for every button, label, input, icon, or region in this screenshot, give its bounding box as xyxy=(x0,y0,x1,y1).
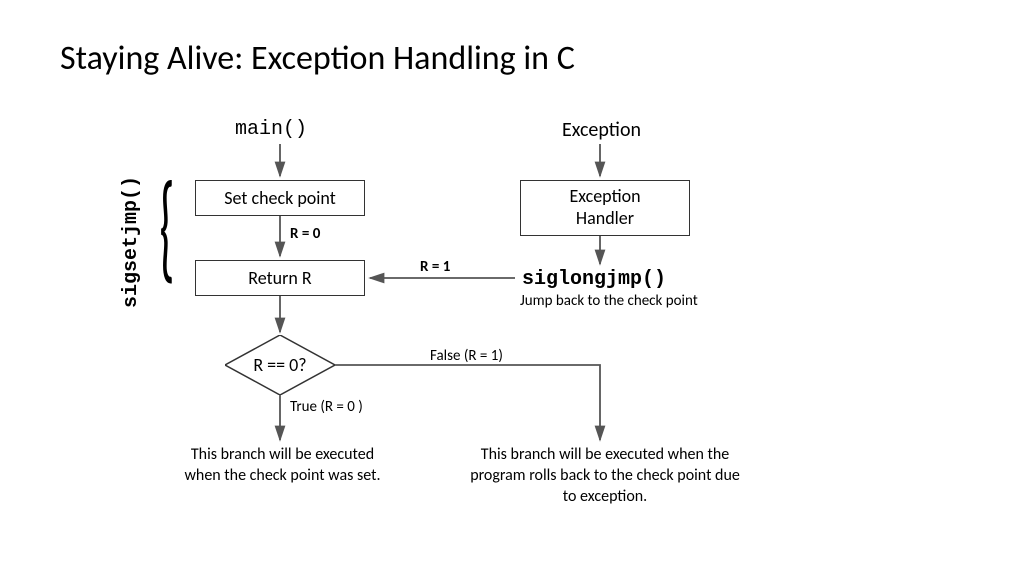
box-return-r-text: Return R xyxy=(248,267,311,289)
siglongjmp-label: siglongjmp() xyxy=(522,268,666,291)
note-left-branch: This branch will be executed when the ch… xyxy=(180,445,385,487)
box-set-checkpoint-text: Set check point xyxy=(224,187,336,209)
jumpback-label: Jump back to the check point xyxy=(520,292,698,310)
box-return-r: Return R xyxy=(195,260,365,296)
box-set-checkpoint: Set check point xyxy=(195,180,365,216)
edge-true-label: True (R = 0 ) xyxy=(290,398,363,416)
box-exception-handler-text: Exception Handler xyxy=(569,186,640,229)
diamond-condition: R == 0? xyxy=(225,335,335,395)
box-exception-handler: Exception Handler xyxy=(520,180,690,236)
brace-icon: { xyxy=(159,167,174,287)
slide-title: Staying Alive: Exception Handling in C xyxy=(60,38,575,79)
edge-false-label: False (R = 1) xyxy=(430,347,503,365)
sigsetjmp-label: sigsetjmp() xyxy=(120,176,143,308)
edge-r0-label: R = 0 xyxy=(290,225,320,243)
edge-r1-label: R = 1 xyxy=(420,258,450,276)
diamond-text: R == 0? xyxy=(253,354,306,376)
exception-label: Exception xyxy=(562,118,641,142)
main-label: main() xyxy=(235,118,307,141)
note-right-branch: This branch will be executed when the pr… xyxy=(470,445,740,507)
